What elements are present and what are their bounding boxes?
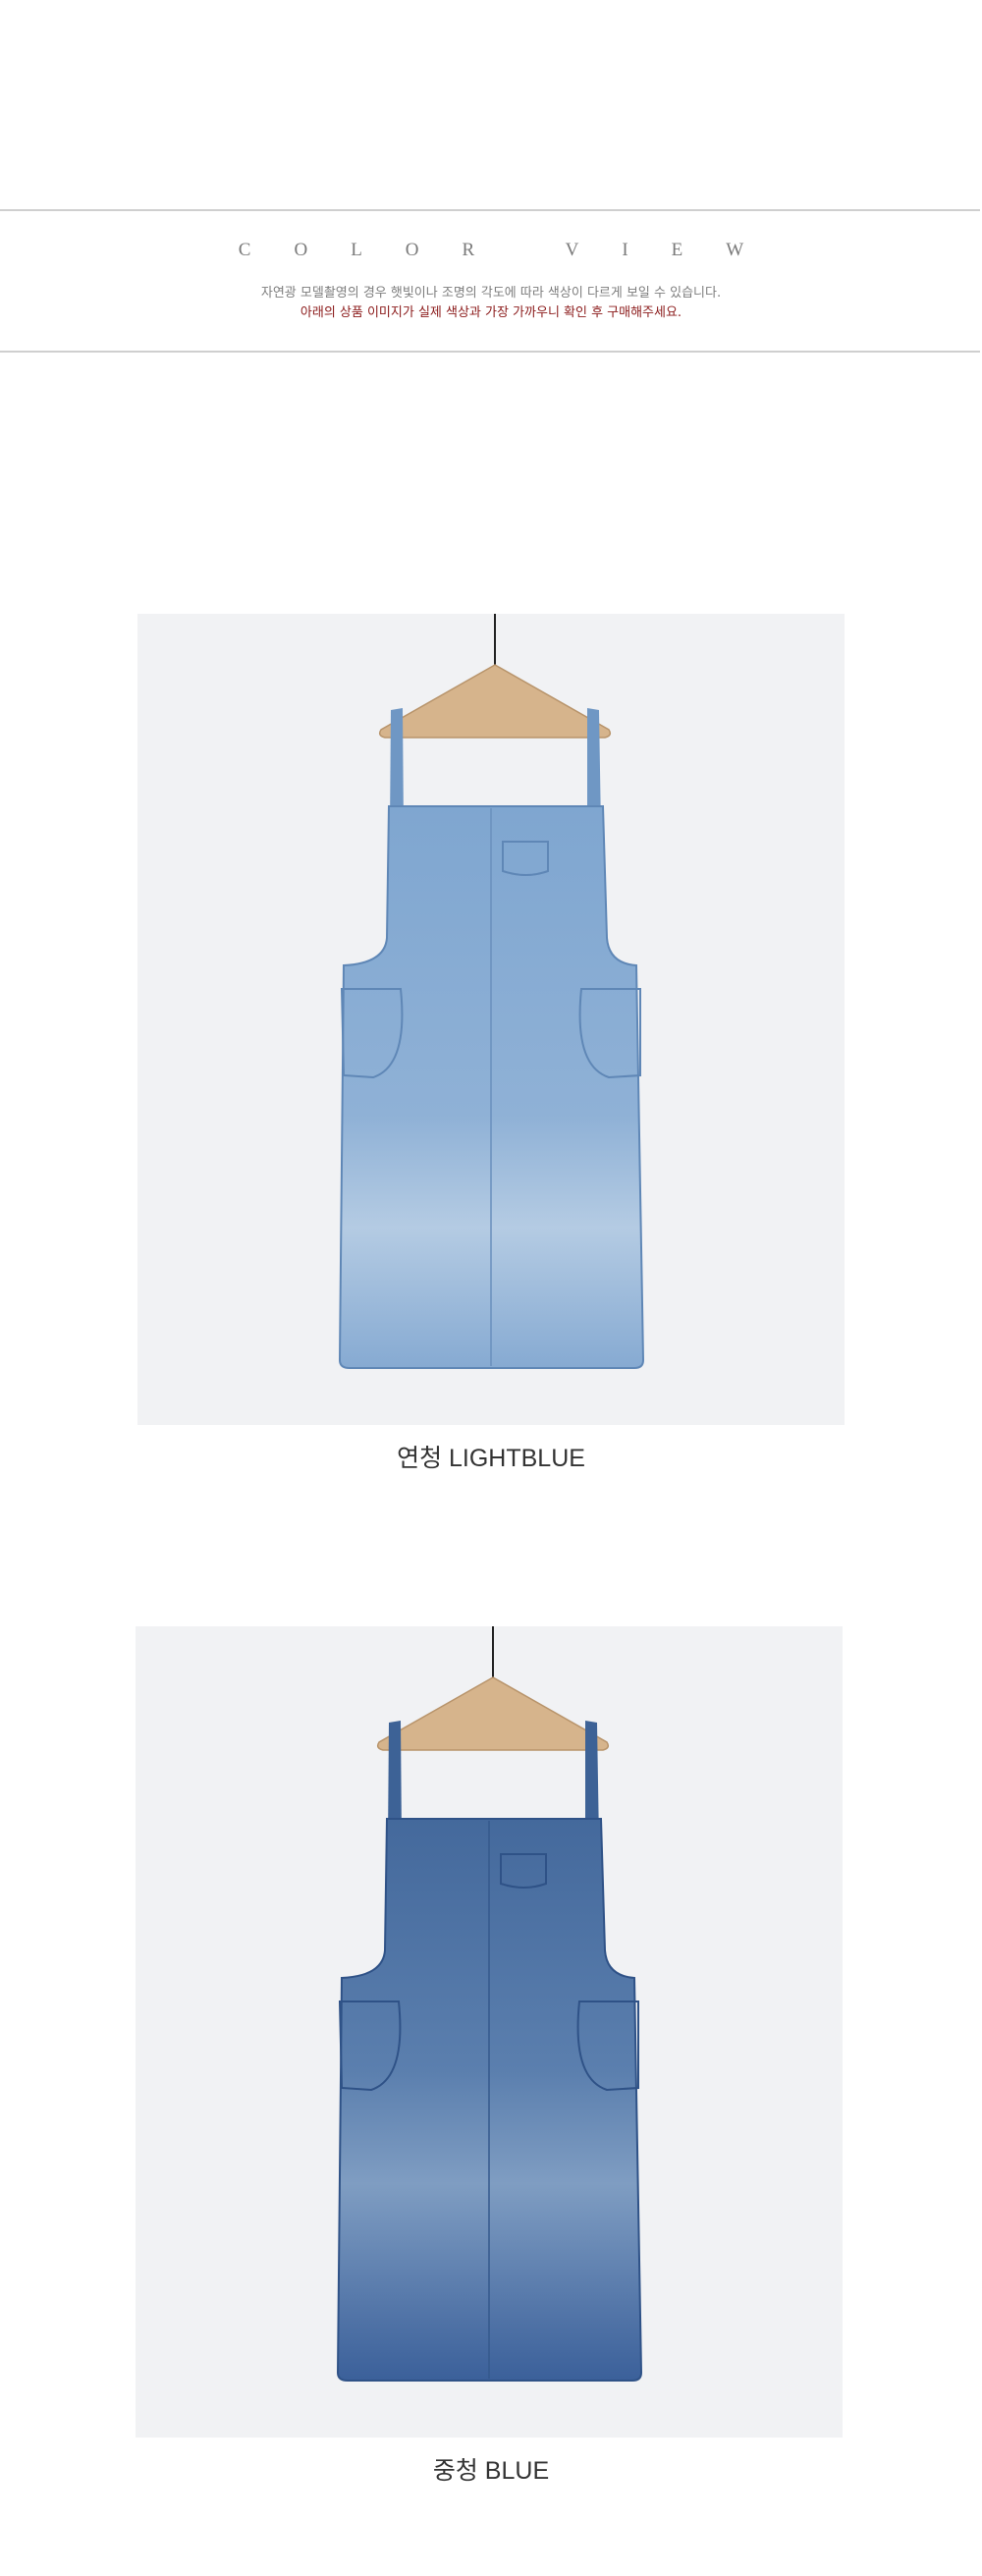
product-photo-blue [136,1626,843,2438]
color-caption-lightblue: 연청 LIGHTBLUE [397,1445,585,1472]
dress-illustration-blue [336,1626,643,2382]
product-photo-lightblue [137,614,845,1425]
bottom-divider [0,351,980,353]
hanger-icon [376,1676,610,1751]
top-divider [0,209,980,211]
hanger-icon [378,664,612,739]
dress-illustration-lightblue [338,614,645,1369]
color-caption-blue: 중청 BLUE [432,2457,550,2485]
lighting-notice: 자연광 모델촬영의 경우 햇빛이나 조명의 각도에 따라 색상이 다르게 보일 … [260,286,722,301]
color-accuracy-notice: 아래의 상품 이미지가 실제 색상과 가장 가까우니 확인 후 구매해주세요. [300,305,682,320]
section-title: COLOR VIEW [238,240,788,260]
